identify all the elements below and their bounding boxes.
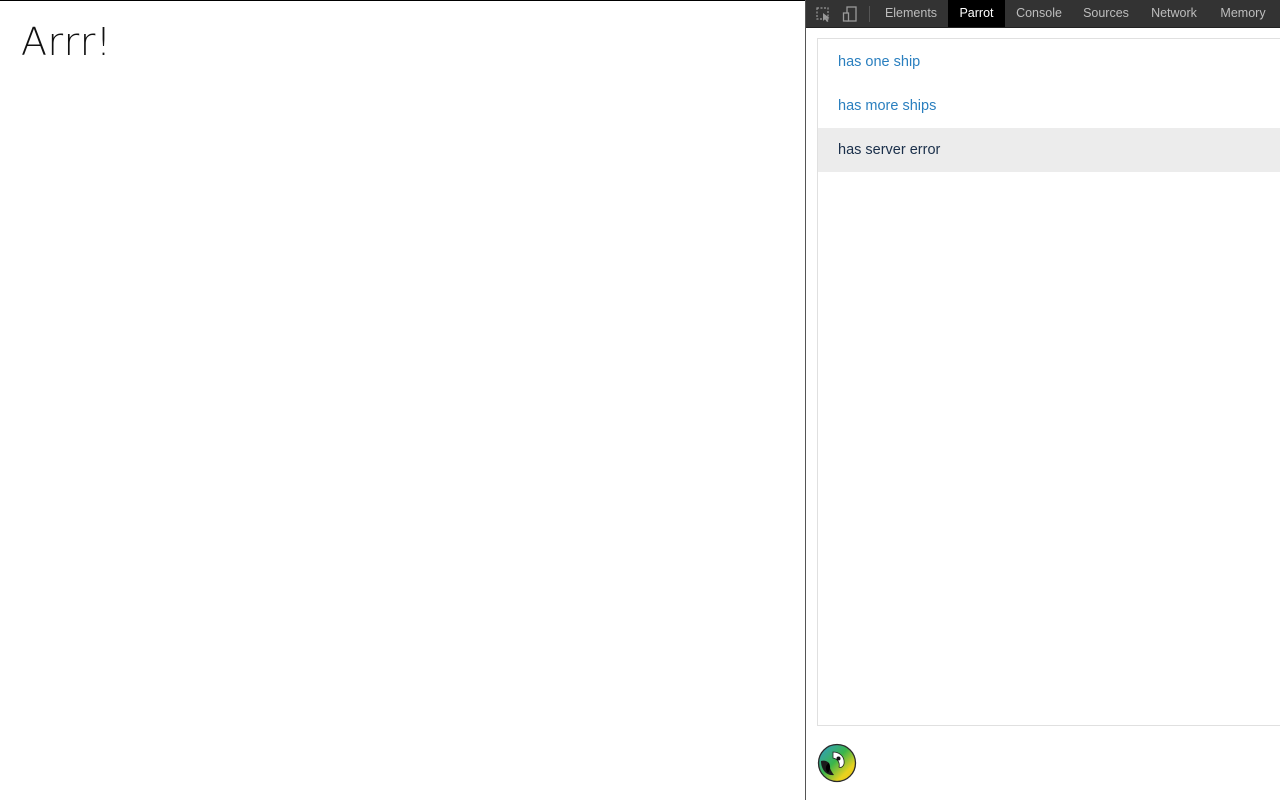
tab-network[interactable]: Network bbox=[1144, 0, 1204, 27]
page-heading: Arrr! bbox=[21, 20, 112, 64]
inspect-element-icon[interactable] bbox=[814, 4, 834, 24]
devtools-panel: Elements Parrot Console Sources Network … bbox=[805, 0, 1280, 800]
scenario-list: has one ship has more ships has server e… bbox=[817, 38, 1280, 726]
device-toolbar-icon[interactable] bbox=[840, 4, 860, 24]
tab-elements[interactable]: Elements bbox=[878, 0, 944, 27]
devtools-toolbar: Elements Parrot Console Sources Network … bbox=[806, 0, 1280, 28]
scenario-item-has-more-ships[interactable]: has more ships bbox=[818, 84, 1280, 128]
scenario-item-has-server-error[interactable]: has server error bbox=[818, 128, 1280, 172]
tab-console[interactable]: Console bbox=[1008, 0, 1070, 27]
toolbar-divider bbox=[869, 6, 870, 22]
tab-parrot[interactable]: Parrot bbox=[948, 0, 1005, 27]
tab-sources[interactable]: Sources bbox=[1076, 0, 1136, 27]
tab-memory[interactable]: Memory bbox=[1214, 0, 1272, 27]
inspected-page: Arrr! bbox=[0, 0, 805, 800]
parrot-logo-icon bbox=[817, 743, 857, 783]
scenario-item-has-one-ship[interactable]: has one ship bbox=[818, 40, 1280, 84]
